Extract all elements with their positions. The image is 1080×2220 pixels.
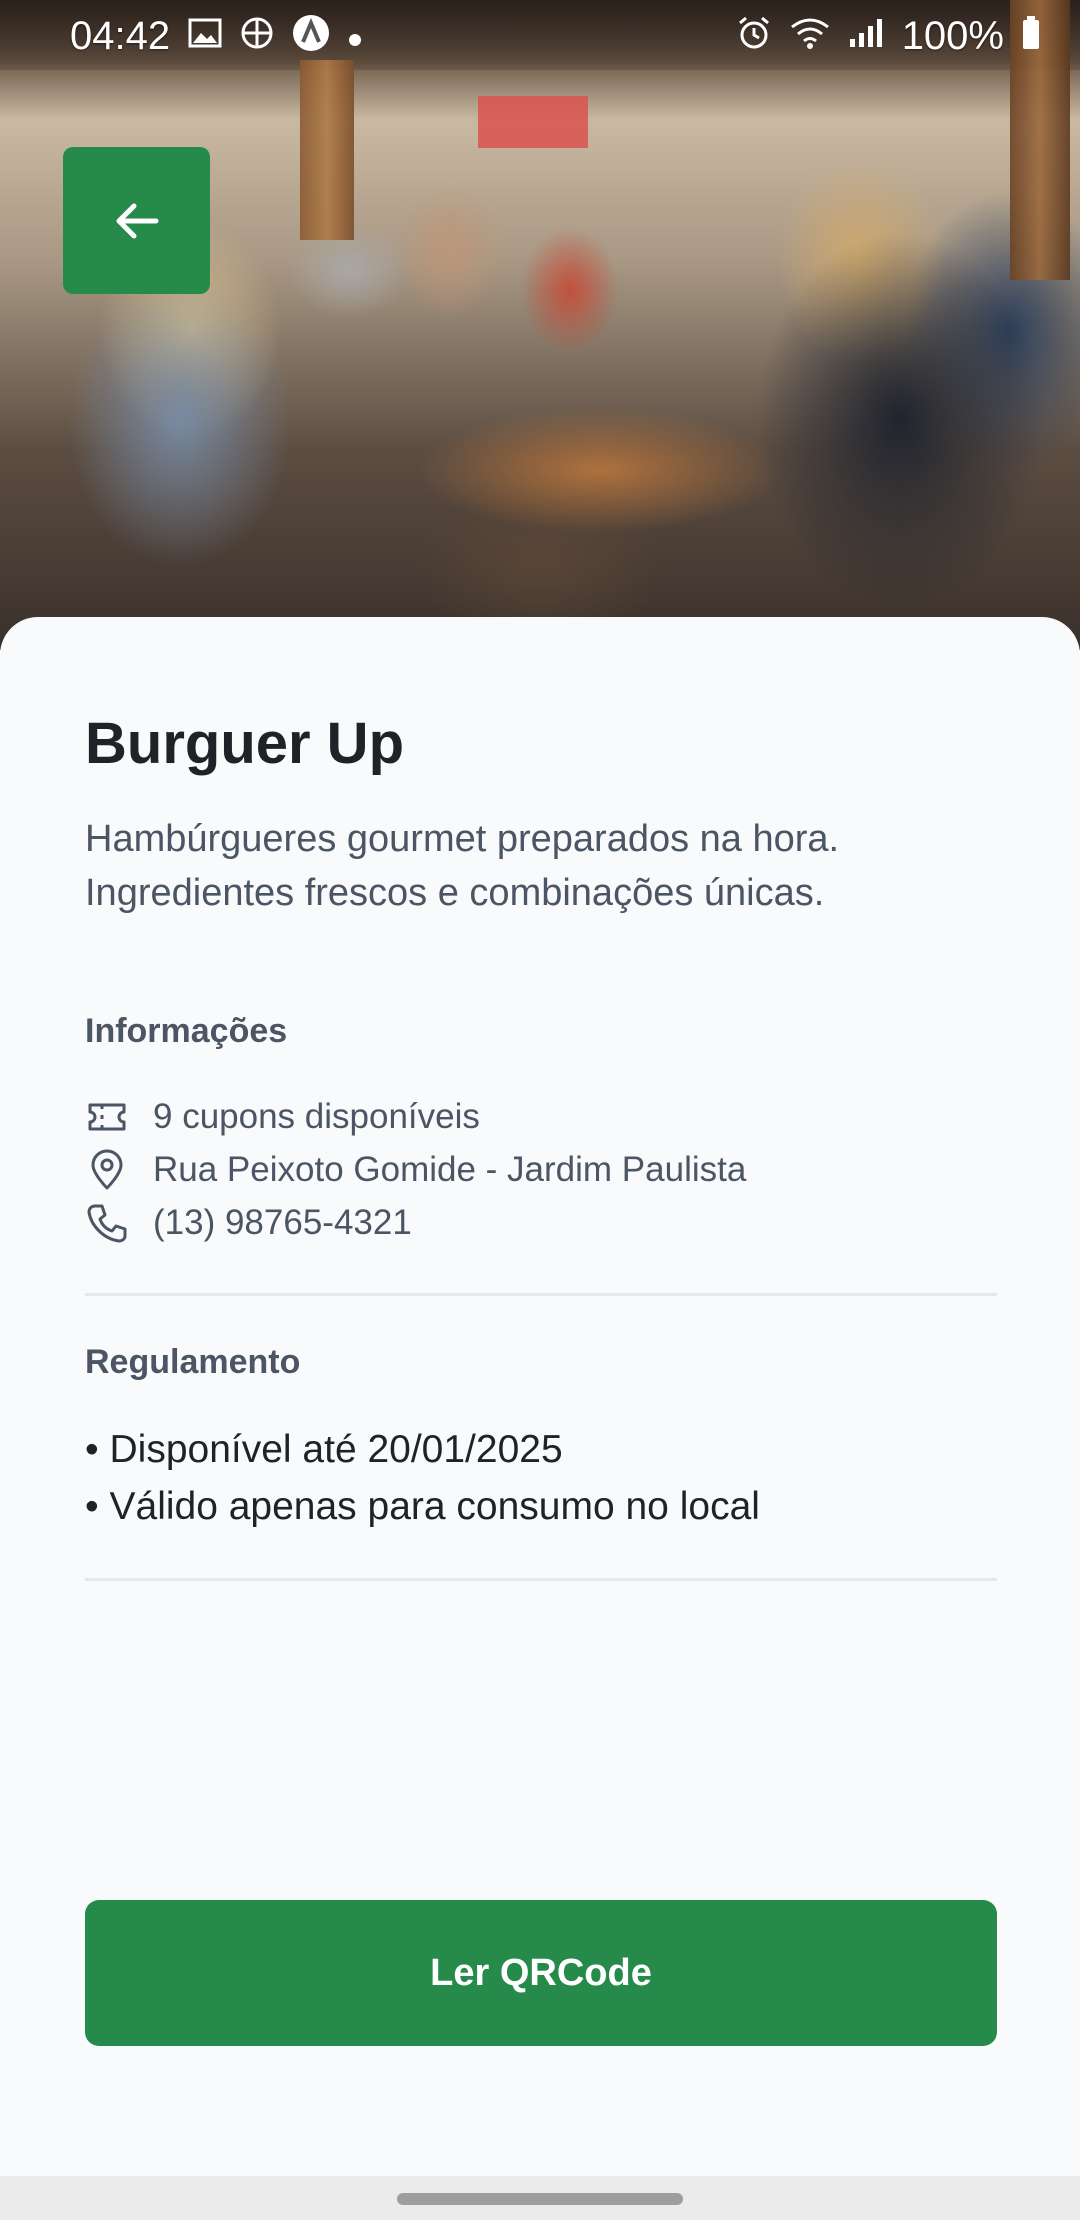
rules-heading: Regulamento bbox=[85, 1343, 301, 1381]
app-icon bbox=[292, 14, 330, 58]
info-heading: Informações bbox=[85, 1012, 288, 1050]
alarm-icon bbox=[736, 15, 772, 57]
phone-text: (13) 98765-4321 bbox=[153, 1203, 412, 1242]
phone-icon bbox=[87, 1204, 127, 1243]
status-right: 100% bbox=[736, 14, 1040, 59]
store-description: Hambúrgueres gourmet preparados na hora.… bbox=[85, 818, 840, 914]
hero-post bbox=[300, 60, 354, 240]
divider bbox=[85, 1578, 997, 1581]
info-address[interactable]: Rua Peixoto Gomide - Jardim Paulista bbox=[85, 1148, 746, 1192]
basketball-icon bbox=[240, 16, 274, 56]
hero-image bbox=[0, 0, 1080, 650]
store-details-screen: 04:42 100% Burguer Up Hambúrgueres gourm… bbox=[0, 0, 1080, 2220]
status-bar: 04:42 100% bbox=[0, 0, 1080, 72]
battery-percent: 100% bbox=[901, 13, 1004, 58]
home-indicator[interactable] bbox=[397, 2193, 683, 2205]
back-button[interactable] bbox=[63, 147, 210, 294]
divider bbox=[85, 1293, 997, 1296]
hero-sign bbox=[478, 96, 588, 148]
status-left: 04:42 bbox=[70, 14, 362, 59]
dot-icon bbox=[348, 19, 362, 53]
info-coupons: 9 cupons disponíveis bbox=[85, 1095, 480, 1139]
arrow-left-icon bbox=[116, 203, 158, 238]
rule-item: • Válido apenas para consumo no local bbox=[85, 1485, 760, 1528]
address-text: Rua Peixoto Gomide - Jardim Paulista bbox=[153, 1150, 747, 1189]
store-title: Burguer Up bbox=[85, 711, 404, 776]
signal-icon bbox=[848, 17, 884, 55]
image-icon bbox=[188, 18, 222, 54]
rule-item: • Disponível até 20/01/2025 bbox=[85, 1428, 563, 1471]
map-pin-icon bbox=[91, 1149, 123, 1190]
coupons-text: 9 cupons disponíveis bbox=[153, 1097, 480, 1136]
info-phone[interactable]: (13) 98765-4321 bbox=[85, 1201, 412, 1245]
battery-icon bbox=[1022, 16, 1040, 56]
wifi-icon bbox=[790, 17, 830, 55]
status-time: 04:42 bbox=[70, 13, 171, 58]
ticket-icon bbox=[88, 1103, 126, 1131]
read-qrcode-button[interactable]: Ler QRCode bbox=[85, 1900, 997, 2046]
